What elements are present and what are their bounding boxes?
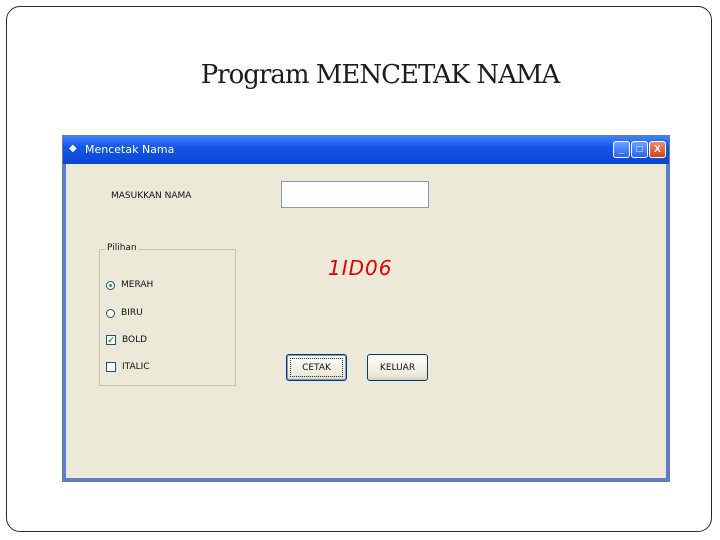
maximize-button[interactable]: □ [631, 141, 648, 158]
bold-label: BOLD [122, 335, 148, 345]
options-groupbox: Pilihan MERAH BIRU ✓ BOLD ITALIC [99, 243, 236, 386]
option-biru[interactable]: BIRU [106, 306, 143, 320]
option-bold[interactable]: ✓ BOLD [106, 333, 147, 347]
italic-checkbox[interactable] [106, 362, 116, 372]
print-button[interactable]: CETAK [286, 354, 347, 381]
option-merah[interactable]: MERAH [106, 278, 153, 292]
minimize-button[interactable]: _ [613, 141, 630, 158]
window-titlebar[interactable]: ◆ Mencetak Nama _ □ X [63, 136, 669, 164]
italic-label: ITALIC [122, 362, 150, 372]
window-client-area: MASUKKAN NAMA Pilihan MERAH BIRU ✓ BOLD … [66, 164, 666, 478]
window-title: Mencetak Nama [85, 143, 175, 156]
name-label: MASUKKAN NAMA [111, 191, 192, 201]
app-icon[interactable]: ◆ [69, 144, 79, 154]
merah-label: MERAH [121, 280, 154, 290]
name-input[interactable] [281, 181, 429, 208]
exit-button[interactable]: KELUAR [367, 354, 428, 381]
biru-radio[interactable] [106, 308, 115, 318]
biru-label: BIRU [121, 308, 143, 318]
app-window: ◆ Mencetak Nama _ □ X MASUKKAN NAMA Pili… [62, 135, 670, 482]
merah-radio[interactable] [106, 280, 115, 290]
output-text: 1ID06 [328, 256, 393, 280]
close-button[interactable]: X [649, 141, 666, 158]
options-group-caption: Pilihan [105, 243, 139, 253]
option-italic[interactable]: ITALIC [106, 360, 150, 374]
slide-title: Program MENCETAK NAMA [200, 60, 561, 90]
bold-checkbox[interactable]: ✓ [106, 335, 116, 345]
